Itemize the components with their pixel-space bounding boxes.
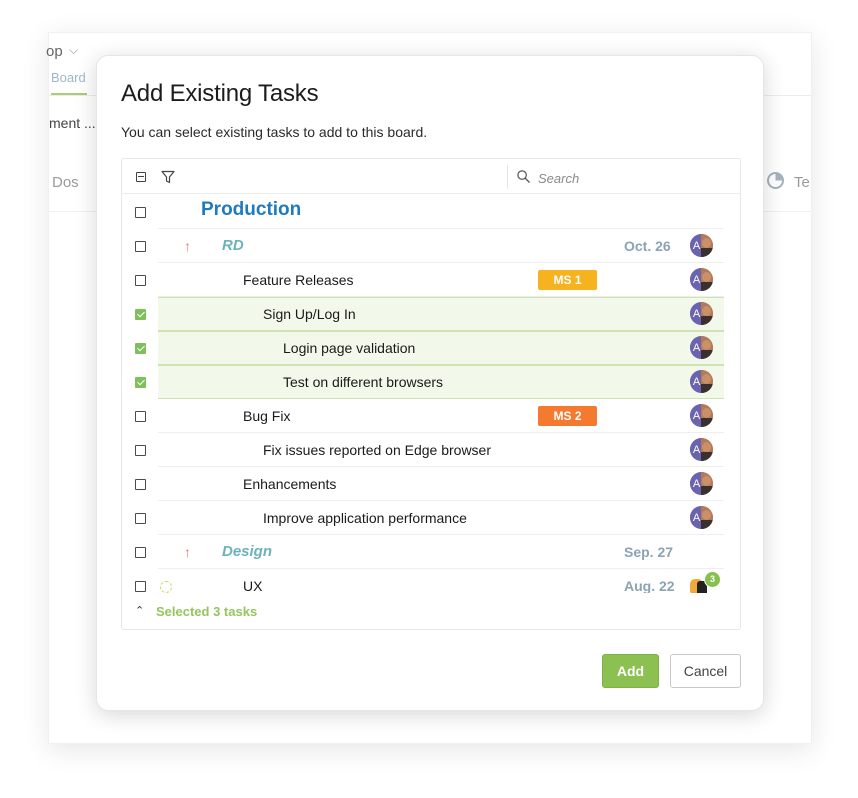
task-name: Feature Releases [243,272,354,288]
task-list: Production ↑ RD Oct. 26 A Feature Releas… [122,195,740,593]
project-name: Production [201,199,302,220]
tab-board: Board [51,70,87,95]
due-date: Sep. 27 [624,544,674,560]
avatar: A [690,268,713,291]
list-item-production[interactable]: Production [122,195,740,229]
checkbox[interactable] [135,445,146,456]
selection-summary[interactable]: ⌃ Selected 3 tasks [122,595,740,629]
chevron-down-icon: ⌵ [69,43,79,57]
checkbox-checked[interactable] [135,377,146,388]
priority-up-arrow-icon: ↑ [184,238,191,254]
add-existing-tasks-dialog: Add Existing Tasks You can select existi… [96,55,764,711]
task-name: Enhancements [243,476,337,492]
task-name: Fix issues reported on Edge browser [263,442,491,458]
avatar: A [690,438,713,461]
checkbox[interactable] [135,547,146,558]
progress-pie-icon [767,172,784,189]
task-name: Bug Fix [243,408,291,424]
assignee-count-badge: 3 [704,571,721,588]
list-item-improve-performance[interactable]: Improve application performance A [122,501,740,535]
list-item-login-page-validation[interactable]: Login page validation A [122,331,740,365]
app-name: op [46,43,63,60]
list-item-fix-issues-edge[interactable]: Fix issues reported on Edge browser A [122,433,740,467]
milestone-badge: MS 1 [538,270,597,290]
list-item-rd[interactable]: ↑ RD Oct. 26 A [122,229,740,263]
task-picker-toolbar [122,159,740,194]
task-name: Sign Up/Log In [263,306,356,322]
avatar: A [690,472,713,495]
avatar: A [690,404,713,427]
avatar: A [690,506,713,529]
checkbox[interactable] [135,241,146,252]
list-item-design[interactable]: ↑ Design Sep. 27 [122,535,740,569]
avatar: A [690,302,713,325]
task-name: Login page validation [283,340,416,356]
collapse-all-icon[interactable] [136,172,146,182]
checkbox[interactable] [135,411,146,422]
truncated-label: ment ... [49,115,96,131]
list-item-bug-fix[interactable]: Bug Fix MS 2 A [122,399,740,433]
divider [507,165,508,189]
assignee-group-avatar: 3 [690,571,721,593]
avatar: A [690,234,713,257]
list-item-feature-releases[interactable]: Feature Releases MS 1 A [122,263,740,297]
dialog-subtitle: You can select existing tasks to add to … [121,124,428,140]
chevron-up-icon[interactable]: ⌃ [135,604,144,617]
selected-count-text[interactable]: Selected 3 tasks [156,604,257,619]
avatar: A [690,336,713,359]
task-picker-panel: Production ↑ RD Oct. 26 A Feature Releas… [121,158,741,630]
due-date: Aug. 22 [624,578,675,593]
column-header-dos: Dos [52,174,79,191]
checkbox-checked[interactable] [135,309,146,320]
checkbox[interactable] [135,513,146,524]
checkbox[interactable] [135,275,146,286]
milestone-badge: MS 2 [538,406,597,426]
priority-up-arrow-icon: ↑ [184,544,191,560]
task-name: Improve application performance [263,510,467,526]
list-item-ux[interactable]: UX Aug. 22 3 [122,569,740,593]
checkbox-checked[interactable] [135,343,146,354]
progress-spinner-icon [160,581,172,593]
list-item-test-on-different-browsers[interactable]: Test on different browsers A [122,365,740,399]
checkbox[interactable] [135,581,146,592]
list-item-sign-up-log-in[interactable]: Sign Up/Log In A [122,297,740,331]
due-date: Oct. 26 [624,238,671,254]
group-name: RD [222,237,244,254]
list-item-enhancements[interactable]: Enhancements A [122,467,740,501]
dialog-title: Add Existing Tasks [121,80,319,107]
column-header-te: Te [794,174,810,191]
avatar: A [690,370,713,393]
checkbox[interactable] [135,479,146,490]
task-name: Test on different browsers [283,374,444,390]
search-input[interactable] [536,167,730,189]
search-icon [517,170,530,183]
group-name: Design [222,543,273,560]
checkbox[interactable] [135,207,146,218]
task-name: UX [243,578,263,593]
cancel-button[interactable]: Cancel [670,654,741,688]
filter-icon[interactable] [160,169,176,185]
add-button[interactable]: Add [602,654,659,688]
